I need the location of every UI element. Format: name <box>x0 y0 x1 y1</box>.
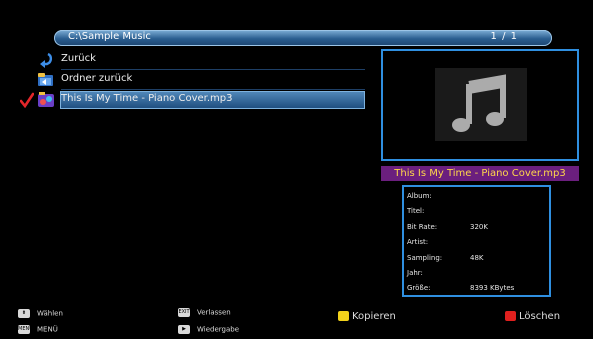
file-list: Zurück Ordner zurück This Is My Time - P… <box>19 50 368 110</box>
updown-key-icon: ⬍ <box>18 309 30 318</box>
media-browser-screen: C:\Sample Music 1 / 1 Zurück Ordner zurü… <box>0 0 593 339</box>
sampling-value: 48K <box>470 254 484 262</box>
title-label: Titel: <box>407 207 425 215</box>
album-art-placeholder <box>435 68 527 141</box>
list-item-label: This Is My Time - Piano Cover.mp3 <box>61 93 233 104</box>
music-note-icon <box>435 74 527 145</box>
album-label: Album: <box>407 192 432 200</box>
copy-label: Kopieren <box>352 311 396 322</box>
delete-label: Löschen <box>519 311 561 322</box>
list-item-back[interactable]: Zurück <box>20 50 368 70</box>
preview-panel <box>381 49 579 161</box>
footer-select-hint[interactable]: ⬍ Wählen <box>18 309 63 318</box>
file-info-panel: Album: Titel: Bit Rate: 320K Artist: Sam… <box>402 185 551 297</box>
play-label: Wiedergabe <box>197 325 240 334</box>
menu-key-icon: MENU <box>18 325 33 334</box>
size-value: 8393 KBytes <box>470 284 515 292</box>
footer-delete-hint[interactable]: Löschen <box>505 311 560 322</box>
footer-play-hint[interactable]: ▶ Wiedergabe <box>178 325 239 334</box>
footer-menu-hint[interactable]: MENU MENÜ <box>18 325 58 334</box>
play-key-icon: ▶ <box>178 325 190 334</box>
list-item-mp3[interactable]: This Is My Time - Piano Cover.mp3 <box>19 90 368 110</box>
sampling-label: Sampling: <box>407 254 443 262</box>
bitrate-value: 320K <box>470 223 488 231</box>
music-file-icon <box>37 91 55 109</box>
path-bar: C:\Sample Music 1 / 1 <box>54 30 552 46</box>
footer-exit-hint[interactable]: EXIT Verlassen <box>178 308 231 317</box>
list-item-parent-folder[interactable]: Ordner zurück <box>20 70 368 90</box>
select-label: Wählen <box>37 309 63 318</box>
list-item-label: Ordner zurück <box>61 73 133 84</box>
folder-back-icon <box>37 71 55 89</box>
artist-label: Artist: <box>407 238 429 246</box>
checkmark-icon <box>19 92 35 109</box>
year-label: Jahr: <box>407 269 423 277</box>
menu-label: MENÜ <box>37 325 58 334</box>
bitrate-label: Bit Rate: <box>407 223 438 231</box>
exit-key-icon: EXIT <box>178 308 190 317</box>
exit-label: Verlassen <box>197 308 231 317</box>
yellow-key-icon <box>338 311 349 321</box>
red-key-icon <box>505 311 516 321</box>
page-indicator: 1 / 1 <box>490 31 518 42</box>
footer-copy-hint[interactable]: Kopieren <box>338 311 396 322</box>
current-path: C:\Sample Music <box>68 31 151 42</box>
back-arrow-icon <box>37 51 55 69</box>
size-label: Größe: <box>407 284 431 292</box>
preview-filename: This Is My Time - Piano Cover.mp3 <box>381 166 579 181</box>
list-item-label: Zurück <box>61 53 96 64</box>
